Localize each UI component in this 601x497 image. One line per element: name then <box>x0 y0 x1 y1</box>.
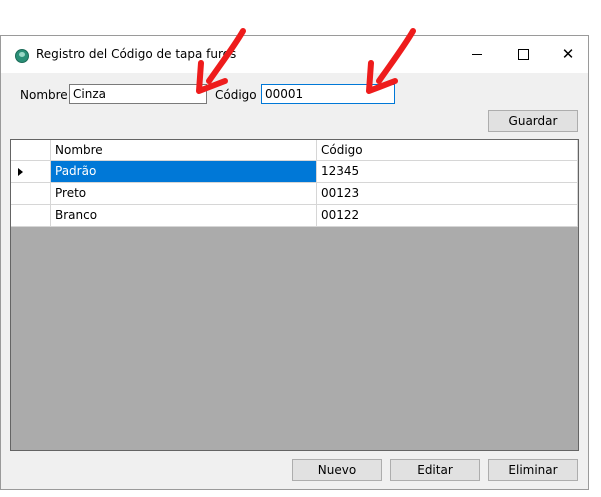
maximize-button[interactable] <box>500 36 546 73</box>
cell-nombre[interactable]: Padrão <box>51 161 317 183</box>
maximize-icon <box>517 49 529 60</box>
column-header-codigo[interactable]: Código <box>317 140 578 161</box>
row-header-cell[interactable] <box>11 161 51 183</box>
cell-nombre[interactable]: Branco <box>51 205 317 227</box>
close-button[interactable]: ✕ <box>545 36 591 73</box>
minimize-button[interactable] <box>454 36 500 73</box>
title-bar[interactable]: Registro del Código de tapa furos ✕ <box>1 36 588 73</box>
app-globe-icon <box>15 49 29 63</box>
cell-codigo[interactable]: 00123 <box>317 183 578 205</box>
nuevo-button[interactable]: Nuevo <box>292 459 382 481</box>
app-window: Registro del Código de tapa furos ✕ Nomb… <box>0 35 589 490</box>
data-grid[interactable]: Nombre Código Padrão 12345 Preto 00123 B… <box>10 139 579 451</box>
codigo-label: Código <box>215 88 257 102</box>
eliminar-button[interactable]: Eliminar <box>488 459 578 481</box>
grid-header-row: Nombre Código <box>11 140 578 162</box>
guardar-button[interactable]: Guardar <box>488 110 578 132</box>
column-header-nombre[interactable]: Nombre <box>51 140 317 161</box>
cell-codigo[interactable]: 00122 <box>317 205 578 227</box>
window-title: Registro del Código de tapa furos <box>36 47 237 61</box>
current-row-indicator-icon <box>18 168 23 176</box>
nombre-label: Nombre <box>20 88 68 102</box>
cell-codigo[interactable]: 12345 <box>317 161 578 183</box>
minimize-icon <box>472 54 482 55</box>
nombre-input[interactable]: Cinza <box>69 84 207 104</box>
row-header-cell[interactable] <box>11 205 51 227</box>
editar-button[interactable]: Editar <box>390 459 480 481</box>
table-row[interactable]: Preto 00123 <box>11 183 578 205</box>
row-header-cell[interactable] <box>11 183 51 205</box>
close-icon: ✕ <box>561 45 575 63</box>
grid-corner-cell[interactable] <box>11 140 51 161</box>
table-row[interactable]: Padrão 12345 <box>11 161 578 183</box>
codigo-input[interactable]: 00001 <box>261 84 395 104</box>
cell-nombre[interactable]: Preto <box>51 183 317 205</box>
table-row[interactable]: Branco 00122 <box>11 205 578 227</box>
